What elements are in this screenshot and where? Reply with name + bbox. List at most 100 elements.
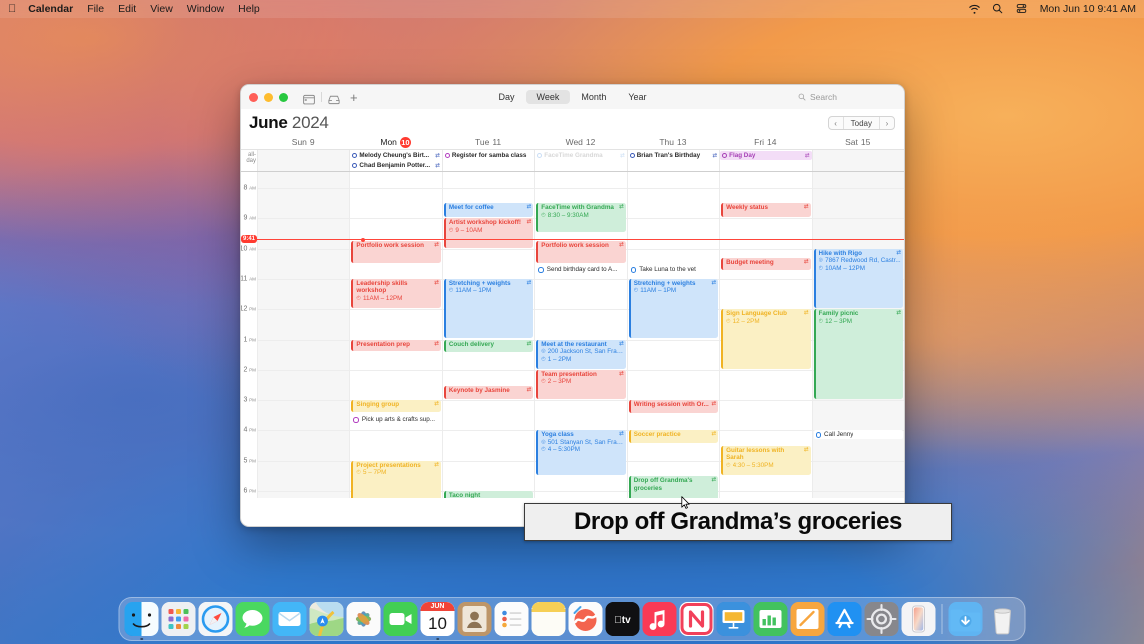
- dock-item[interactable]: [679, 602, 714, 636]
- calendar-event[interactable]: Yoga class ⇄ ◎ 501 Stanyan St, San Fran... ◴…: [536, 430, 626, 475]
- dock-item[interactable]: [531, 602, 566, 636]
- day-column-sat[interactable]: Hike with Rigo ⇄ ◎ 7867 Redwood Rd, Castr..…: [811, 172, 904, 498]
- app-store-icon[interactable]: [827, 602, 862, 636]
- close-button[interactable]: [249, 92, 258, 102]
- all-day-event[interactable]: Chad Benjamin Potter... ⇄: [350, 161, 442, 170]
- calendar-sidebar-icon[interactable]: [303, 92, 315, 104]
- control-center-icon[interactable]: [1016, 3, 1029, 15]
- dock-item[interactable]: JUN 10: [420, 602, 455, 640]
- today-button[interactable]: Today: [842, 117, 880, 129]
- day-header-fri[interactable]: Fri 14: [719, 137, 811, 147]
- day-header-mon[interactable]: Mon 10: [349, 136, 441, 148]
- dock-item[interactable]: [124, 602, 159, 640]
- maps-icon[interactable]: [309, 602, 344, 636]
- day-column-mon[interactable]: Portfolio work session ⇄ Leadership skills…: [349, 172, 442, 498]
- dock-item[interactable]: [457, 602, 492, 636]
- calendar-event[interactable]: Family picnic ⇄ ◴ 12 – 3PM: [813, 309, 903, 400]
- messages-icon[interactable]: [235, 602, 270, 636]
- dock-item[interactable]: [827, 602, 862, 636]
- view-tab-day[interactable]: Day: [487, 90, 525, 104]
- next-week-button[interactable]: ›: [880, 117, 894, 129]
- calendar-event[interactable]: Leadership skills workshop ⇄ ◴ 11AM – 12PM: [351, 278, 441, 309]
- calendar-event[interactable]: Soccer practice ⇄: [628, 430, 719, 444]
- downloads-folder-icon[interactable]: [948, 602, 983, 636]
- dock-item[interactable]: [235, 602, 270, 636]
- add-event-button[interactable]: +: [350, 91, 358, 104]
- notes-icon[interactable]: [531, 602, 566, 636]
- iphone-mirroring-icon[interactable]: [901, 602, 936, 636]
- calendar-event[interactable]: Singing group ⇄: [351, 400, 441, 412]
- menu-item-view[interactable]: View: [150, 3, 173, 15]
- dock-item[interactable]: [309, 602, 344, 636]
- menu-item-edit[interactable]: Edit: [118, 3, 136, 15]
- calendar-event[interactable]: Presentation prep ⇄: [351, 339, 441, 352]
- inbox-icon[interactable]: [328, 92, 340, 104]
- calendar-event[interactable]: Meet at the restaurant ⇄ ◎ 200 Jackson St, …: [536, 339, 626, 369]
- calendar-event[interactable]: Sign Language Club ⇄ ◴ 12 – 2PM: [721, 309, 811, 369]
- reminders-icon[interactable]: [494, 602, 529, 636]
- launchpad-icon[interactable]: [161, 602, 196, 636]
- menubar-clock[interactable]: Mon Jun 10 9:41 AM: [1040, 3, 1136, 15]
- reminder-item[interactable]: Call Jenny: [813, 430, 903, 440]
- facetime-icon[interactable]: [383, 602, 418, 636]
- trash-icon[interactable]: [986, 602, 1020, 636]
- day-header-sat[interactable]: Sat 15: [812, 137, 904, 147]
- calendar-icon[interactable]: JUN 10: [420, 602, 455, 636]
- day-column-wed[interactable]: FaceTime with Grandma ⇄ ◴ 8:30 – 9:30AM Port…: [534, 172, 627, 498]
- calendar-event[interactable]: Drop off Grandma's groceries ⇄: [628, 476, 719, 498]
- all-day-event[interactable]: Brian Tran's Birthday ⇄: [627, 151, 720, 160]
- dock-item[interactable]: [864, 602, 899, 636]
- keynote-icon[interactable]: [716, 602, 751, 636]
- day-column-thu[interactable]: Stretching + weights ⇄ ◴ 11AM – 1PM Writing …: [626, 172, 720, 498]
- zoom-button[interactable]: [279, 92, 288, 102]
- music-icon[interactable]: [642, 602, 677, 636]
- freeform-icon[interactable]: [568, 602, 603, 636]
- reminder-item[interactable]: Send birthday card to A...: [536, 265, 626, 275]
- dock-item[interactable]: [948, 602, 983, 636]
- view-tab-week[interactable]: Week: [525, 90, 571, 104]
- reminder-item[interactable]: Take Luna to the vet: [628, 265, 719, 275]
- menu-item-help[interactable]: Help: [238, 3, 260, 15]
- day-column-sun[interactable]: [257, 172, 350, 498]
- calendar-event[interactable]: Stretching + weights ⇄ ◴ 11AM – 1PM: [628, 278, 719, 339]
- day-column-fri[interactable]: Weekly status ⇄ Budget meeting ⇄ Sign Langua…: [719, 172, 812, 498]
- calendar-event[interactable]: Keynote by Jasmine ⇄: [443, 385, 534, 400]
- news-icon[interactable]: [679, 602, 714, 636]
- calendar-event[interactable]: Portfolio work session ⇄: [536, 241, 626, 263]
- dock-item[interactable]: [901, 602, 936, 636]
- day-header-sun[interactable]: Sun 9: [257, 137, 349, 147]
- calendar-event[interactable]: Couch delivery ⇄: [443, 339, 534, 353]
- menu-item-calendar[interactable]: Calendar: [28, 3, 73, 15]
- calendar-event[interactable]: Guitar lessons with Sarah ⇄ ◴ 4:30 – 5:30PM: [721, 445, 811, 475]
- calendar-event[interactable]: Team presentation ⇄ ◴ 2 – 3PM: [536, 369, 626, 400]
- calendar-event[interactable]: Budget meeting ⇄: [721, 257, 811, 271]
- day-header-thu[interactable]: Thu 13: [627, 137, 719, 147]
- dock-item[interactable]: [383, 602, 418, 636]
- dock-item[interactable]: [568, 602, 603, 636]
- dock-item[interactable]: [753, 602, 788, 636]
- photos-icon[interactable]: [346, 602, 381, 636]
- previous-week-button[interactable]: ‹: [829, 117, 843, 129]
- dock-item[interactable]: [642, 602, 677, 636]
- day-header-tue[interactable]: Tue 11: [442, 137, 534, 147]
- view-tab-year[interactable]: Year: [617, 90, 657, 104]
- wifi-icon[interactable]: [968, 3, 981, 15]
- mail-icon[interactable]: [272, 602, 307, 636]
- all-day-event[interactable]: Melody Cheung's Birt... ⇄: [350, 151, 442, 160]
- dock-item[interactable]: tv: [605, 602, 640, 636]
- calendar-event[interactable]: Taco night◴6 – 7PM: [443, 491, 534, 498]
- dock-item[interactable]: [494, 602, 529, 636]
- dock-item[interactable]: [790, 602, 825, 636]
- dock-item[interactable]: [346, 602, 381, 636]
- all-day-event[interactable]: FaceTime Grandma ⇄: [535, 151, 627, 160]
- calendar-event[interactable]: Project presentations ⇄ ◴ 5 – 7PM: [351, 460, 441, 498]
- pages-icon[interactable]: [790, 602, 825, 636]
- dock-item[interactable]: [272, 602, 307, 636]
- minimize-button[interactable]: [264, 92, 273, 102]
- dock-item[interactable]: [986, 602, 1020, 636]
- all-day-event[interactable]: Flag Day ⇄: [720, 151, 812, 160]
- calendar-event[interactable]: Hike with Rigo ⇄ ◎ 7867 Redwood Rd, Castr..…: [813, 248, 903, 309]
- dock-item[interactable]: [161, 602, 196, 636]
- calendar-event[interactable]: Writing session with Or... ⇄: [628, 400, 719, 413]
- dock-item[interactable]: [716, 602, 751, 636]
